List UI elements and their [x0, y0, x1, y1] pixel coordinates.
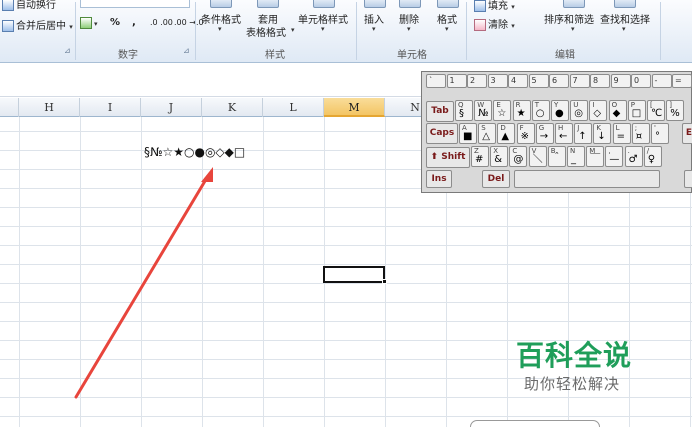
bottom-pill-control[interactable] — [470, 420, 600, 427]
key-num[interactable]: ` — [426, 74, 446, 88]
key-symbol: ※ — [520, 131, 529, 142]
key-z[interactable]: V ＼ — [528, 146, 547, 167]
key-num[interactable]: 5 — [528, 74, 549, 88]
key-symbol: ☆ — [497, 108, 507, 119]
key-z[interactable]: X & — [490, 146, 509, 167]
key-symbol: § — [459, 108, 464, 119]
key-symbol: ← — [559, 131, 568, 142]
key-z[interactable]: , — — [605, 146, 624, 167]
key-q[interactable]: R ★ — [512, 100, 531, 121]
arrow-head — [201, 167, 213, 182]
key-symbol: & — [494, 154, 502, 165]
key-q[interactable]: U ◎ — [570, 100, 589, 121]
key-a[interactable]: S △ — [478, 123, 497, 144]
key-symbol: ＾ — [551, 154, 562, 165]
key-symbol: ↓ — [597, 131, 606, 142]
key-num[interactable]: 9 — [610, 74, 631, 88]
key-symbol: — — [609, 154, 620, 165]
key-symbol: ◇ — [593, 108, 602, 119]
key-q[interactable]: Q § — [455, 100, 473, 121]
key-num[interactable]: - — [651, 74, 672, 88]
del-key[interactable]: Del — [482, 170, 510, 188]
key-z[interactable]: / ♀ — [643, 146, 662, 167]
shift-key[interactable]: ⬆ Shift — [426, 147, 470, 168]
key-a[interactable]: G → — [535, 123, 554, 144]
key-symbol: △ — [482, 131, 490, 142]
key-symbol: @ — [513, 154, 524, 165]
key-z[interactable]: Z # — [471, 146, 489, 167]
soft-keyboard[interactable]: Tab Caps ⬆ Shift Ins Del E ` 1 2 3 4 5 6 7 8 9 0- =… — [421, 71, 692, 193]
ins-key[interactable]: Ins — [426, 170, 452, 188]
key-num[interactable]: 8 — [590, 74, 610, 88]
key-symbol: ■ — [463, 131, 473, 142]
key-symbol: ↑ — [578, 131, 587, 142]
key-symbol: ◎ — [574, 108, 583, 119]
enter-key-partial[interactable]: E — [682, 123, 692, 144]
key-z[interactable]: B ＾ — [547, 146, 566, 167]
key-a[interactable]: L = — [612, 123, 631, 144]
key-symbol: = — [616, 131, 625, 142]
key-q[interactable]: I ◇ — [589, 100, 608, 121]
key-symbol: ＼ — [532, 154, 543, 165]
key-symbol: _ — [571, 154, 576, 165]
key-symbol: # — [475, 154, 484, 165]
key-q[interactable]: [℃ — [647, 100, 665, 121]
key-q[interactable]: P □ — [627, 100, 646, 121]
key-symbol: ℃ — [651, 108, 663, 119]
key-symbol: ♂ — [628, 154, 638, 165]
key-symbol: ♀ — [647, 154, 656, 165]
key-symbol: ¤ — [635, 131, 643, 142]
key-a[interactable]: F ※ — [516, 123, 535, 144]
esc-key-partial[interactable] — [684, 170, 692, 188]
key-symbol: ▲ — [501, 131, 510, 142]
key-q[interactable]: O ◆ — [608, 100, 627, 121]
key-z[interactable]: C @ — [509, 146, 528, 167]
space-key[interactable] — [514, 170, 660, 188]
watermark-title: 百科全说 — [516, 339, 633, 372]
watermark-subtitle: 助你轻松解决 — [524, 375, 621, 393]
key-a[interactable]: K ↓ — [593, 123, 612, 144]
key-q[interactable]: E ☆ — [493, 100, 512, 121]
key-num[interactable]: 1 — [446, 74, 467, 88]
key-symbol: ° — [655, 131, 660, 142]
key-num[interactable]: 0 — [631, 74, 651, 88]
key-symbol: □ — [631, 108, 642, 119]
key-num[interactable]: 6 — [549, 74, 569, 88]
key-symbol: ￣ — [590, 154, 601, 165]
key-num[interactable]: 4 — [508, 74, 528, 88]
key-symbol: % — [670, 108, 680, 119]
key-a[interactable]: H ← — [555, 123, 573, 144]
key-num[interactable]: 2 — [467, 74, 487, 88]
key-symbol: ◆ — [612, 108, 621, 119]
key-symbol: № — [478, 108, 489, 119]
key-a[interactable]: J ↑ — [574, 123, 593, 144]
arrow-shaft — [74, 174, 210, 399]
caps-key[interactable]: Caps — [426, 123, 458, 144]
tab-key[interactable]: Tab — [426, 101, 454, 122]
key-q[interactable]: ]% — [666, 100, 685, 121]
key-a[interactable]: ' ° — [651, 123, 669, 144]
key-num[interactable]: = — [672, 74, 692, 88]
key-z[interactable]: N _ — [567, 146, 585, 167]
key-q[interactable]: W № — [474, 100, 493, 121]
key-z[interactable]: M ￣ — [586, 146, 605, 167]
key-symbol: → — [539, 131, 549, 142]
key-a[interactable]: A ■ — [459, 123, 477, 144]
key-symbol: ★ — [516, 108, 526, 119]
key-symbol: ○ — [535, 108, 545, 119]
key-q[interactable]: Y ● — [551, 100, 569, 121]
shift-arrow-icon: ⬆ — [430, 152, 439, 162]
key-symbol: ● — [555, 108, 564, 119]
key-z[interactable]: . ♂ — [624, 146, 643, 167]
key-q[interactable]: T ○ — [531, 100, 550, 121]
key-a[interactable]: D ▲ — [497, 123, 516, 144]
key-num[interactable]: 3 — [487, 74, 508, 88]
key-num[interactable]: 7 — [569, 74, 590, 88]
key-a[interactable]: ; ¤ — [631, 123, 650, 144]
